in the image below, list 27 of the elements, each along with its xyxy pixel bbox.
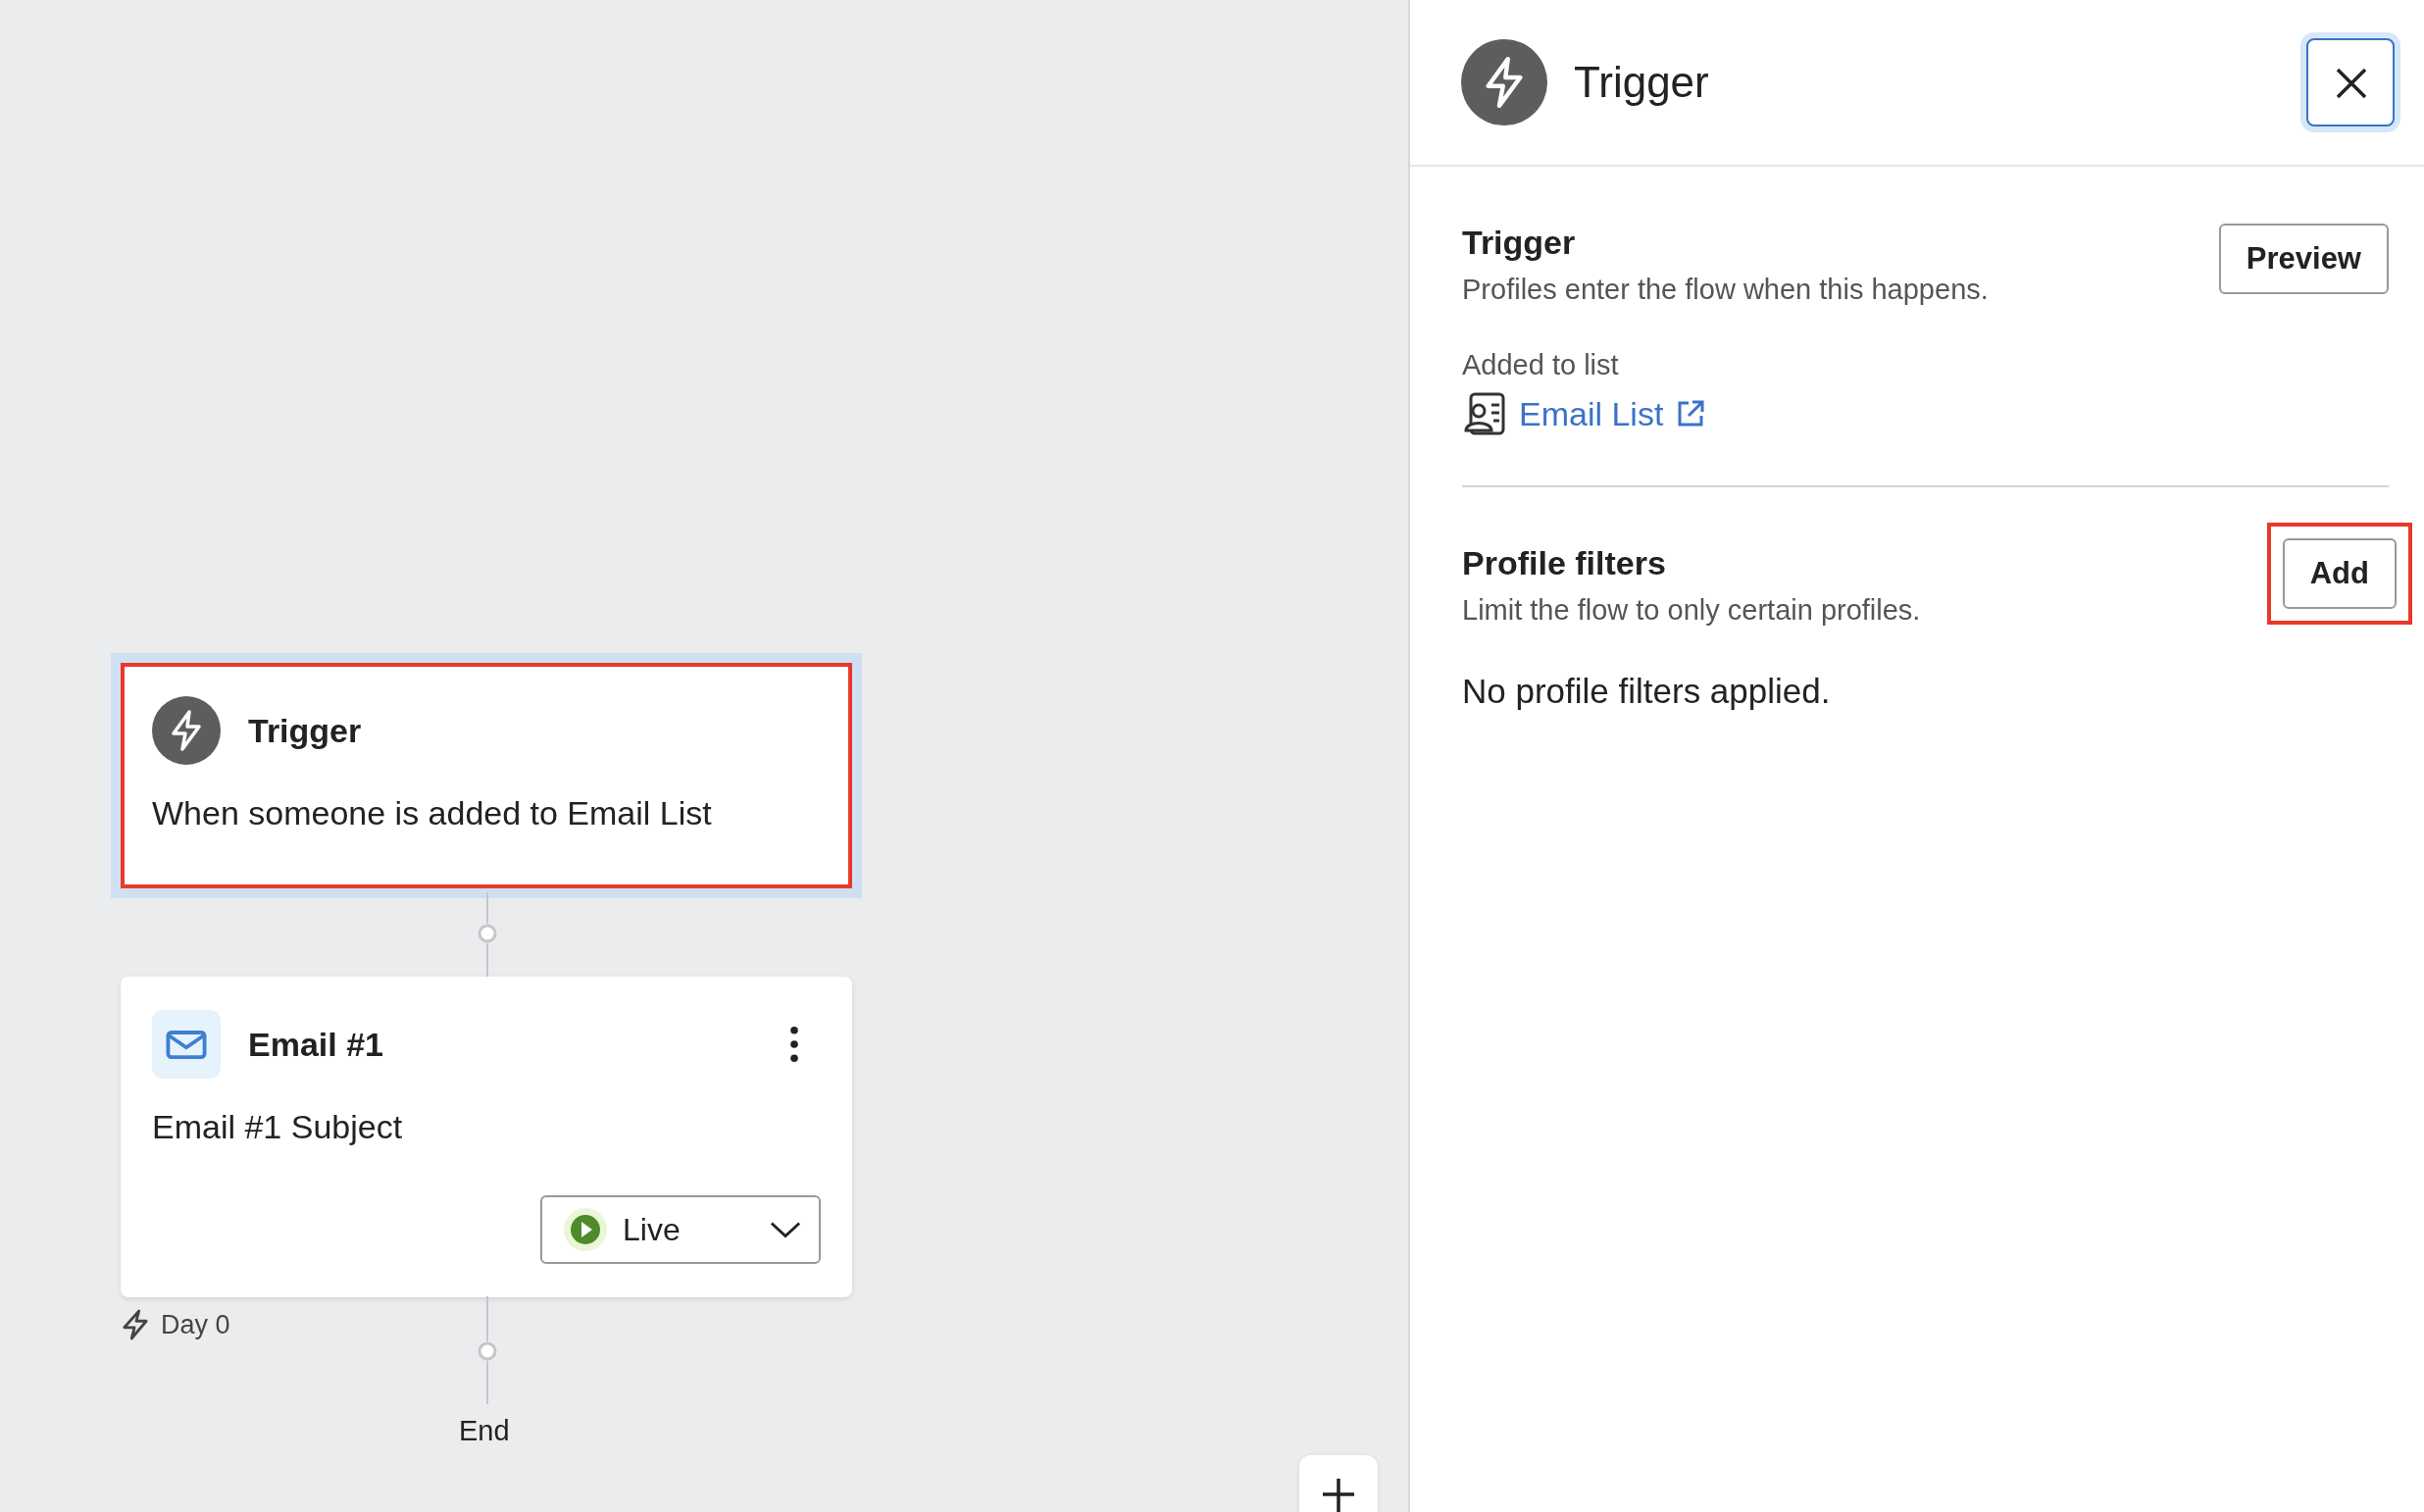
chevron-down-icon bbox=[770, 1220, 801, 1239]
lightning-icon bbox=[152, 696, 221, 765]
node-title: Email #1 bbox=[248, 1025, 384, 1064]
delay-label: Day 0 bbox=[161, 1309, 230, 1340]
empty-state-text: No profile filters applied. bbox=[1462, 672, 1832, 711]
preview-button[interactable]: Preview bbox=[2218, 224, 2389, 294]
end-label: End bbox=[459, 1415, 510, 1447]
more-options-icon[interactable] bbox=[789, 1026, 799, 1063]
play-icon bbox=[564, 1208, 607, 1251]
add-button[interactable] bbox=[1299, 1455, 1378, 1512]
field-label: Added to list bbox=[1462, 349, 1620, 381]
node-title: Trigger bbox=[248, 711, 363, 750]
lightning-icon bbox=[1461, 39, 1547, 126]
section-description: Limit the flow to only certain profiles. bbox=[1462, 594, 1921, 627]
status-dropdown[interactable]: Live bbox=[540, 1195, 821, 1264]
email-card[interactable]: Email #1 Email #1 Subject Live bbox=[121, 977, 852, 1297]
add-filter-button[interactable]: Add bbox=[2282, 538, 2397, 609]
node-description: Email #1 Subject bbox=[152, 1108, 404, 1146]
contact-list-icon bbox=[1462, 391, 1507, 436]
lightning-icon bbox=[122, 1308, 149, 1341]
node-description: When someone is added to Email List bbox=[152, 794, 713, 832]
section-heading: Trigger bbox=[1462, 224, 1577, 262]
section-heading: Profile filters bbox=[1462, 544, 1667, 582]
panel-title: Trigger bbox=[1574, 58, 1710, 107]
envelope-icon bbox=[152, 1010, 221, 1079]
section-description: Profiles enter the flow when this happens. bbox=[1462, 274, 1989, 306]
email-list-link[interactable]: Email List bbox=[1519, 394, 1707, 433]
